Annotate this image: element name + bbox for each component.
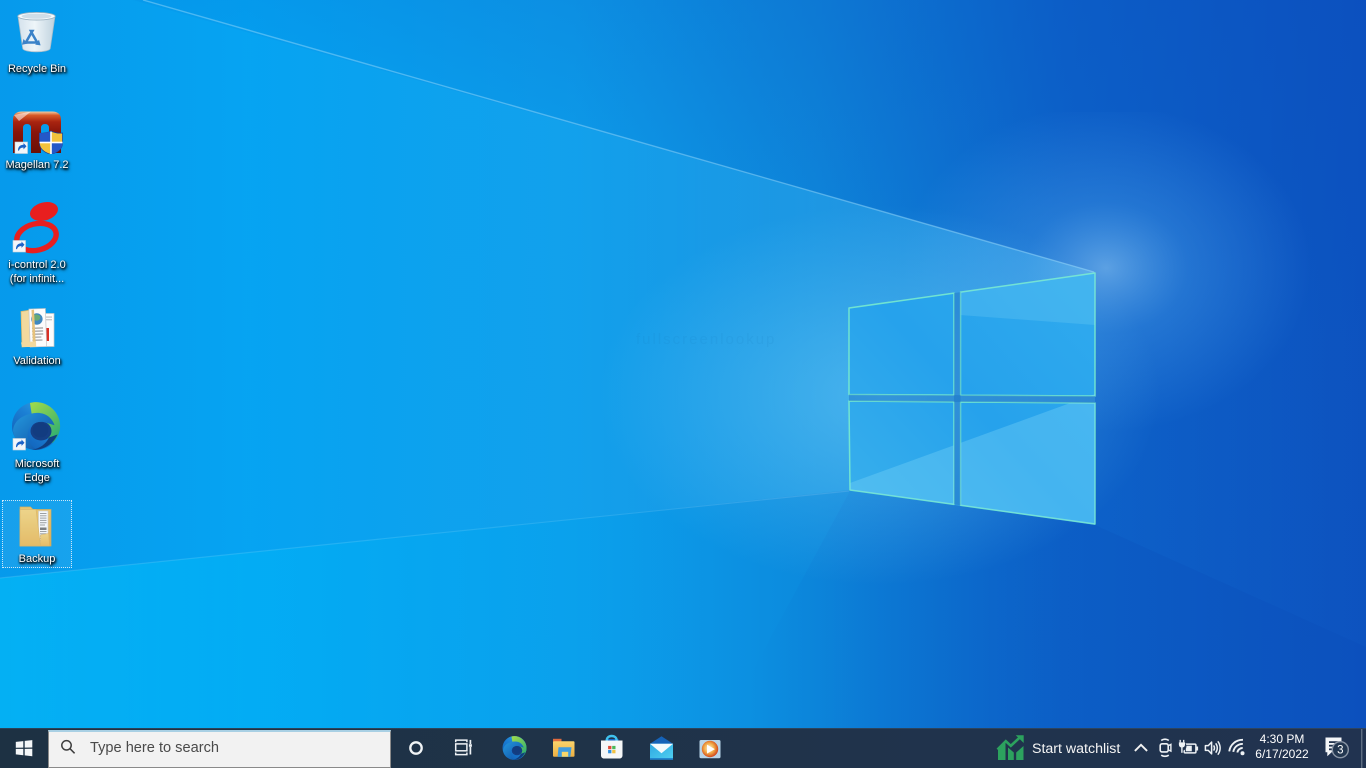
svg-text:3: 3 — [1337, 745, 1343, 757]
svg-text:fullscreenlookup: fullscreenlookup — [636, 331, 776, 348]
